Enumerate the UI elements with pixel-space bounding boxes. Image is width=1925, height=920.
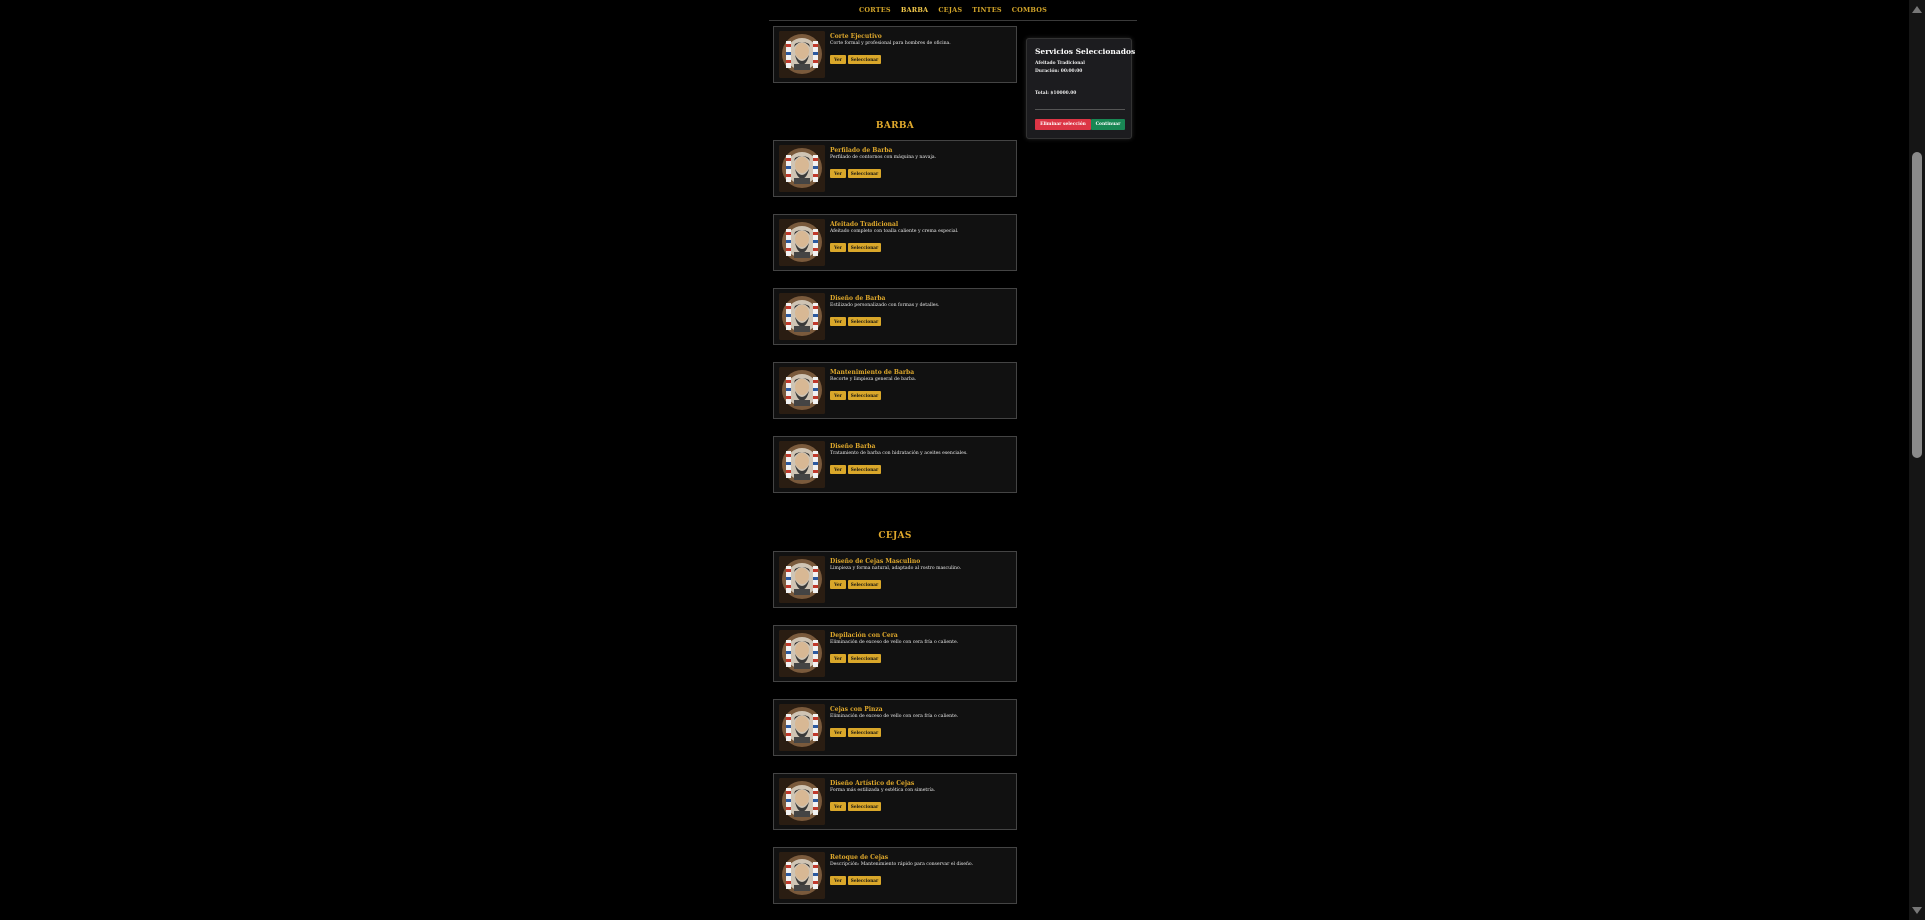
scrollbar-thumb[interactable] [1912, 152, 1922, 458]
select-button[interactable]: Seleccionar [848, 876, 881, 885]
service-description: Forma más estilizada y estética con sime… [830, 788, 936, 793]
service-card: Cejas con Pinza Eliminación de exceso de… [773, 699, 1017, 756]
service-title: Corte Ejecutivo [830, 33, 882, 40]
service-description: Estilizado personalizado con formas y de… [830, 303, 940, 308]
service-description: Eliminación de exceso de vello con cera … [830, 640, 959, 645]
service-card: Depilación con Cera Eliminación de exces… [773, 625, 1017, 682]
nav-link-cortes[interactable]: CORTES [859, 6, 891, 14]
summary-title: Servicios Seleccionados [1035, 47, 1136, 56]
view-button[interactable]: Ver [830, 580, 846, 589]
service-card: Corte Ejecutivo Corte formal y profesion… [773, 26, 1017, 83]
barber-logo-image [779, 778, 825, 825]
service-card: Afeitado Tradicional Afeitado completo c… [773, 214, 1017, 271]
service-title: Mantenimiento de Barba [830, 369, 915, 376]
select-button[interactable]: Seleccionar [848, 243, 881, 252]
scroll-down-arrow-icon[interactable] [1912, 907, 1922, 914]
select-button[interactable]: Seleccionar [848, 802, 881, 811]
barber-logo-image [779, 145, 825, 192]
view-button[interactable]: Ver [830, 391, 846, 400]
section-heading-cejas: CEJAS [878, 531, 912, 541]
barber-logo-image [779, 293, 825, 340]
service-title: Afeitado Tradicional [830, 221, 899, 228]
view-button[interactable]: Ver [830, 465, 846, 474]
nav-link-barba[interactable]: BARBA [901, 6, 928, 14]
barber-logo-image [779, 367, 825, 414]
service-card: Retoque de Cejas Descripción: Mantenimie… [773, 847, 1017, 904]
select-button[interactable]: Seleccionar [848, 55, 881, 64]
select-button[interactable]: Seleccionar [848, 169, 881, 178]
service-description: Tratamiento de barba con hidratación y a… [830, 451, 968, 456]
section-heading-barba: BARBA [875, 121, 915, 131]
service-description: Corte formal y profesional para hombres … [830, 41, 951, 46]
view-button[interactable]: Ver [830, 55, 846, 64]
service-card: Perfilado de Barba Perfilado de contorno… [773, 140, 1017, 197]
nav-link-cejas[interactable]: CEJAS [938, 6, 962, 14]
selected-services-panel: Servicios Seleccionados Afeitado Tradici… [1026, 38, 1136, 139]
service-title: Diseño Artístico de Cejas [830, 780, 915, 787]
continue-button[interactable]: Continuar [1091, 119, 1125, 130]
nav-link-tintes[interactable]: TINTES [972, 6, 1002, 14]
barber-logo-image [779, 556, 825, 603]
service-description: Limpieza y forma natural, adaptado al ro… [830, 566, 962, 571]
barber-logo-image [779, 219, 825, 266]
view-button[interactable]: Ver [830, 728, 846, 737]
service-card: Diseño Barba Tratamiento de barba con hi… [773, 436, 1017, 493]
service-description: Descripción: Mantenimiento rápido para c… [830, 862, 974, 867]
view-button[interactable]: Ver [830, 654, 846, 663]
select-button[interactable]: Seleccionar [848, 465, 881, 474]
view-button[interactable]: Ver [830, 802, 846, 811]
service-title: Retoque de Cejas [830, 854, 889, 861]
nav-link-combos[interactable]: COMBOS [1012, 6, 1047, 14]
service-title: Cejas con Pinza [830, 706, 883, 713]
view-button[interactable]: Ver [830, 243, 846, 252]
summary-duration: Duración: 00:00:00 [1035, 69, 1083, 74]
category-nav: CORTES BARBA CEJAS TINTES COMBOS [769, 0, 1137, 21]
service-description: Perfilado de contornos con máquina y nav… [830, 155, 937, 160]
service-card: Mantenimiento de Barba Recorte y limpiez… [773, 362, 1017, 419]
select-button[interactable]: Seleccionar [848, 654, 881, 663]
summary-divider [1035, 109, 1125, 110]
service-card: Diseño de Barba Estilizado personalizado… [773, 288, 1017, 345]
select-button[interactable]: Seleccionar [848, 391, 881, 400]
service-card: Diseño de Cejas Masculino Limpieza y for… [773, 551, 1017, 608]
barber-logo-image [779, 630, 825, 677]
clear-selection-button[interactable]: Eliminar selección [1035, 119, 1091, 130]
view-button[interactable]: Ver [830, 169, 846, 178]
page-scrollbar[interactable] [1909, 0, 1925, 920]
service-title: Diseño Barba [830, 443, 876, 450]
scroll-up-arrow-icon[interactable] [1912, 6, 1922, 13]
select-button[interactable]: Seleccionar [848, 317, 881, 326]
barber-logo-image [779, 31, 825, 78]
service-description: Recorte y limpieza general de barba. [830, 377, 917, 382]
barber-logo-image [779, 852, 825, 899]
view-button[interactable]: Ver [830, 876, 846, 885]
barber-logo-image [779, 441, 825, 488]
service-card: Diseño Artístico de Cejas Forma más esti… [773, 773, 1017, 830]
service-description: Afeitado completo con toalla caliente y … [830, 229, 959, 234]
select-button[interactable]: Seleccionar [848, 728, 881, 737]
service-title: Diseño de Cejas Masculino [830, 558, 921, 565]
service-title: Perfilado de Barba [830, 147, 893, 154]
barber-logo-image [779, 704, 825, 751]
service-title: Diseño de Barba [830, 295, 886, 302]
service-title: Depilación con Cera [830, 632, 898, 639]
selected-service-name: Afeitado Tradicional [1035, 61, 1085, 66]
view-button[interactable]: Ver [830, 317, 846, 326]
summary-total: Total: $10000.00 [1035, 91, 1077, 96]
service-description: Eliminación de exceso de vello con cera … [830, 714, 959, 719]
select-button[interactable]: Seleccionar [848, 580, 881, 589]
